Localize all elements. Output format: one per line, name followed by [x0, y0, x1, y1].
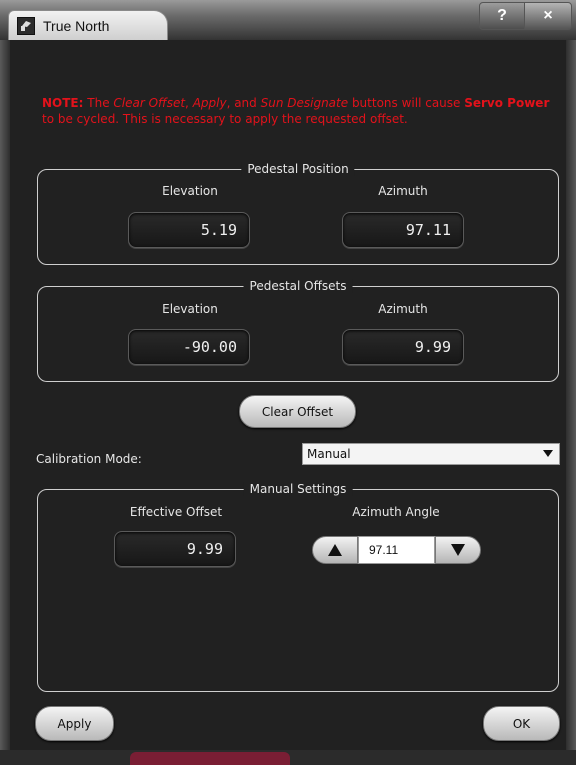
pedestal-position-title: Pedestal Position: [241, 162, 355, 176]
position-azimuth-value: 97.11: [342, 212, 464, 248]
note-sep: ,: [185, 96, 193, 110]
azimuth-decrement-button[interactable]: [435, 536, 481, 564]
app-icon: [17, 16, 35, 35]
help-button[interactable]: ?: [479, 2, 525, 30]
close-button[interactable]: ×: [524, 2, 572, 30]
window-frame-right: [566, 40, 576, 765]
warning-note: NOTE: The Clear Offset, Apply, and Sun D…: [42, 95, 562, 127]
pedestal-offsets-group: Pedestal Offsets: [37, 279, 559, 382]
offset-elevation-label: Elevation: [162, 302, 218, 316]
arrow-down-icon: [451, 544, 465, 556]
note-clear-offset: Clear Offset: [113, 96, 186, 110]
window-title-tab: True North: [8, 10, 168, 40]
azimuth-angle-input[interactable]: 97.11: [358, 536, 435, 564]
calibration-mode-value: Manual: [307, 447, 351, 461]
clear-offset-button[interactable]: Clear Offset: [239, 395, 356, 428]
effective-offset-value: 9.99: [114, 531, 236, 567]
note-sun-designate: Sun Designate: [260, 96, 349, 110]
note-servo-power: Servo Power: [464, 96, 550, 110]
note-prefix: NOTE:: [42, 96, 84, 110]
offset-azimuth-value: 9.99: [342, 329, 464, 365]
azimuth-angle-label: Azimuth Angle: [352, 505, 440, 519]
background-glow: [130, 752, 290, 765]
note-text: The: [83, 96, 114, 110]
manual-settings-title: Manual Settings: [243, 482, 353, 496]
chevron-down-icon: [543, 450, 553, 457]
effective-offset-label: Effective Offset: [129, 505, 223, 519]
position-elevation-label: Elevation: [162, 184, 218, 198]
apply-button[interactable]: Apply: [35, 706, 114, 741]
arrow-up-icon: [328, 544, 342, 556]
position-azimuth-label: Azimuth: [378, 184, 428, 198]
manual-settings-group: Manual Settings: [37, 482, 559, 692]
azimuth-increment-button[interactable]: [312, 536, 358, 564]
note-apply: Apply: [192, 96, 227, 110]
window-frame-left: [0, 40, 10, 765]
note-sep-and: , and: [226, 96, 261, 110]
position-elevation-value: 5.19: [128, 212, 250, 248]
offset-elevation-value: -90.00: [128, 329, 250, 365]
note-text-2: buttons will cause: [348, 96, 465, 110]
ok-button[interactable]: OK: [483, 706, 560, 741]
offset-azimuth-label: Azimuth: [378, 302, 428, 316]
window-title: True North: [43, 17, 110, 34]
note-text-3: to be cycled. This is necessary to apply…: [42, 112, 408, 126]
calibration-mode-label: Calibration Mode:: [36, 452, 142, 466]
calibration-mode-select[interactable]: Manual: [302, 443, 560, 465]
pedestal-offsets-title: Pedestal Offsets: [243, 279, 353, 293]
